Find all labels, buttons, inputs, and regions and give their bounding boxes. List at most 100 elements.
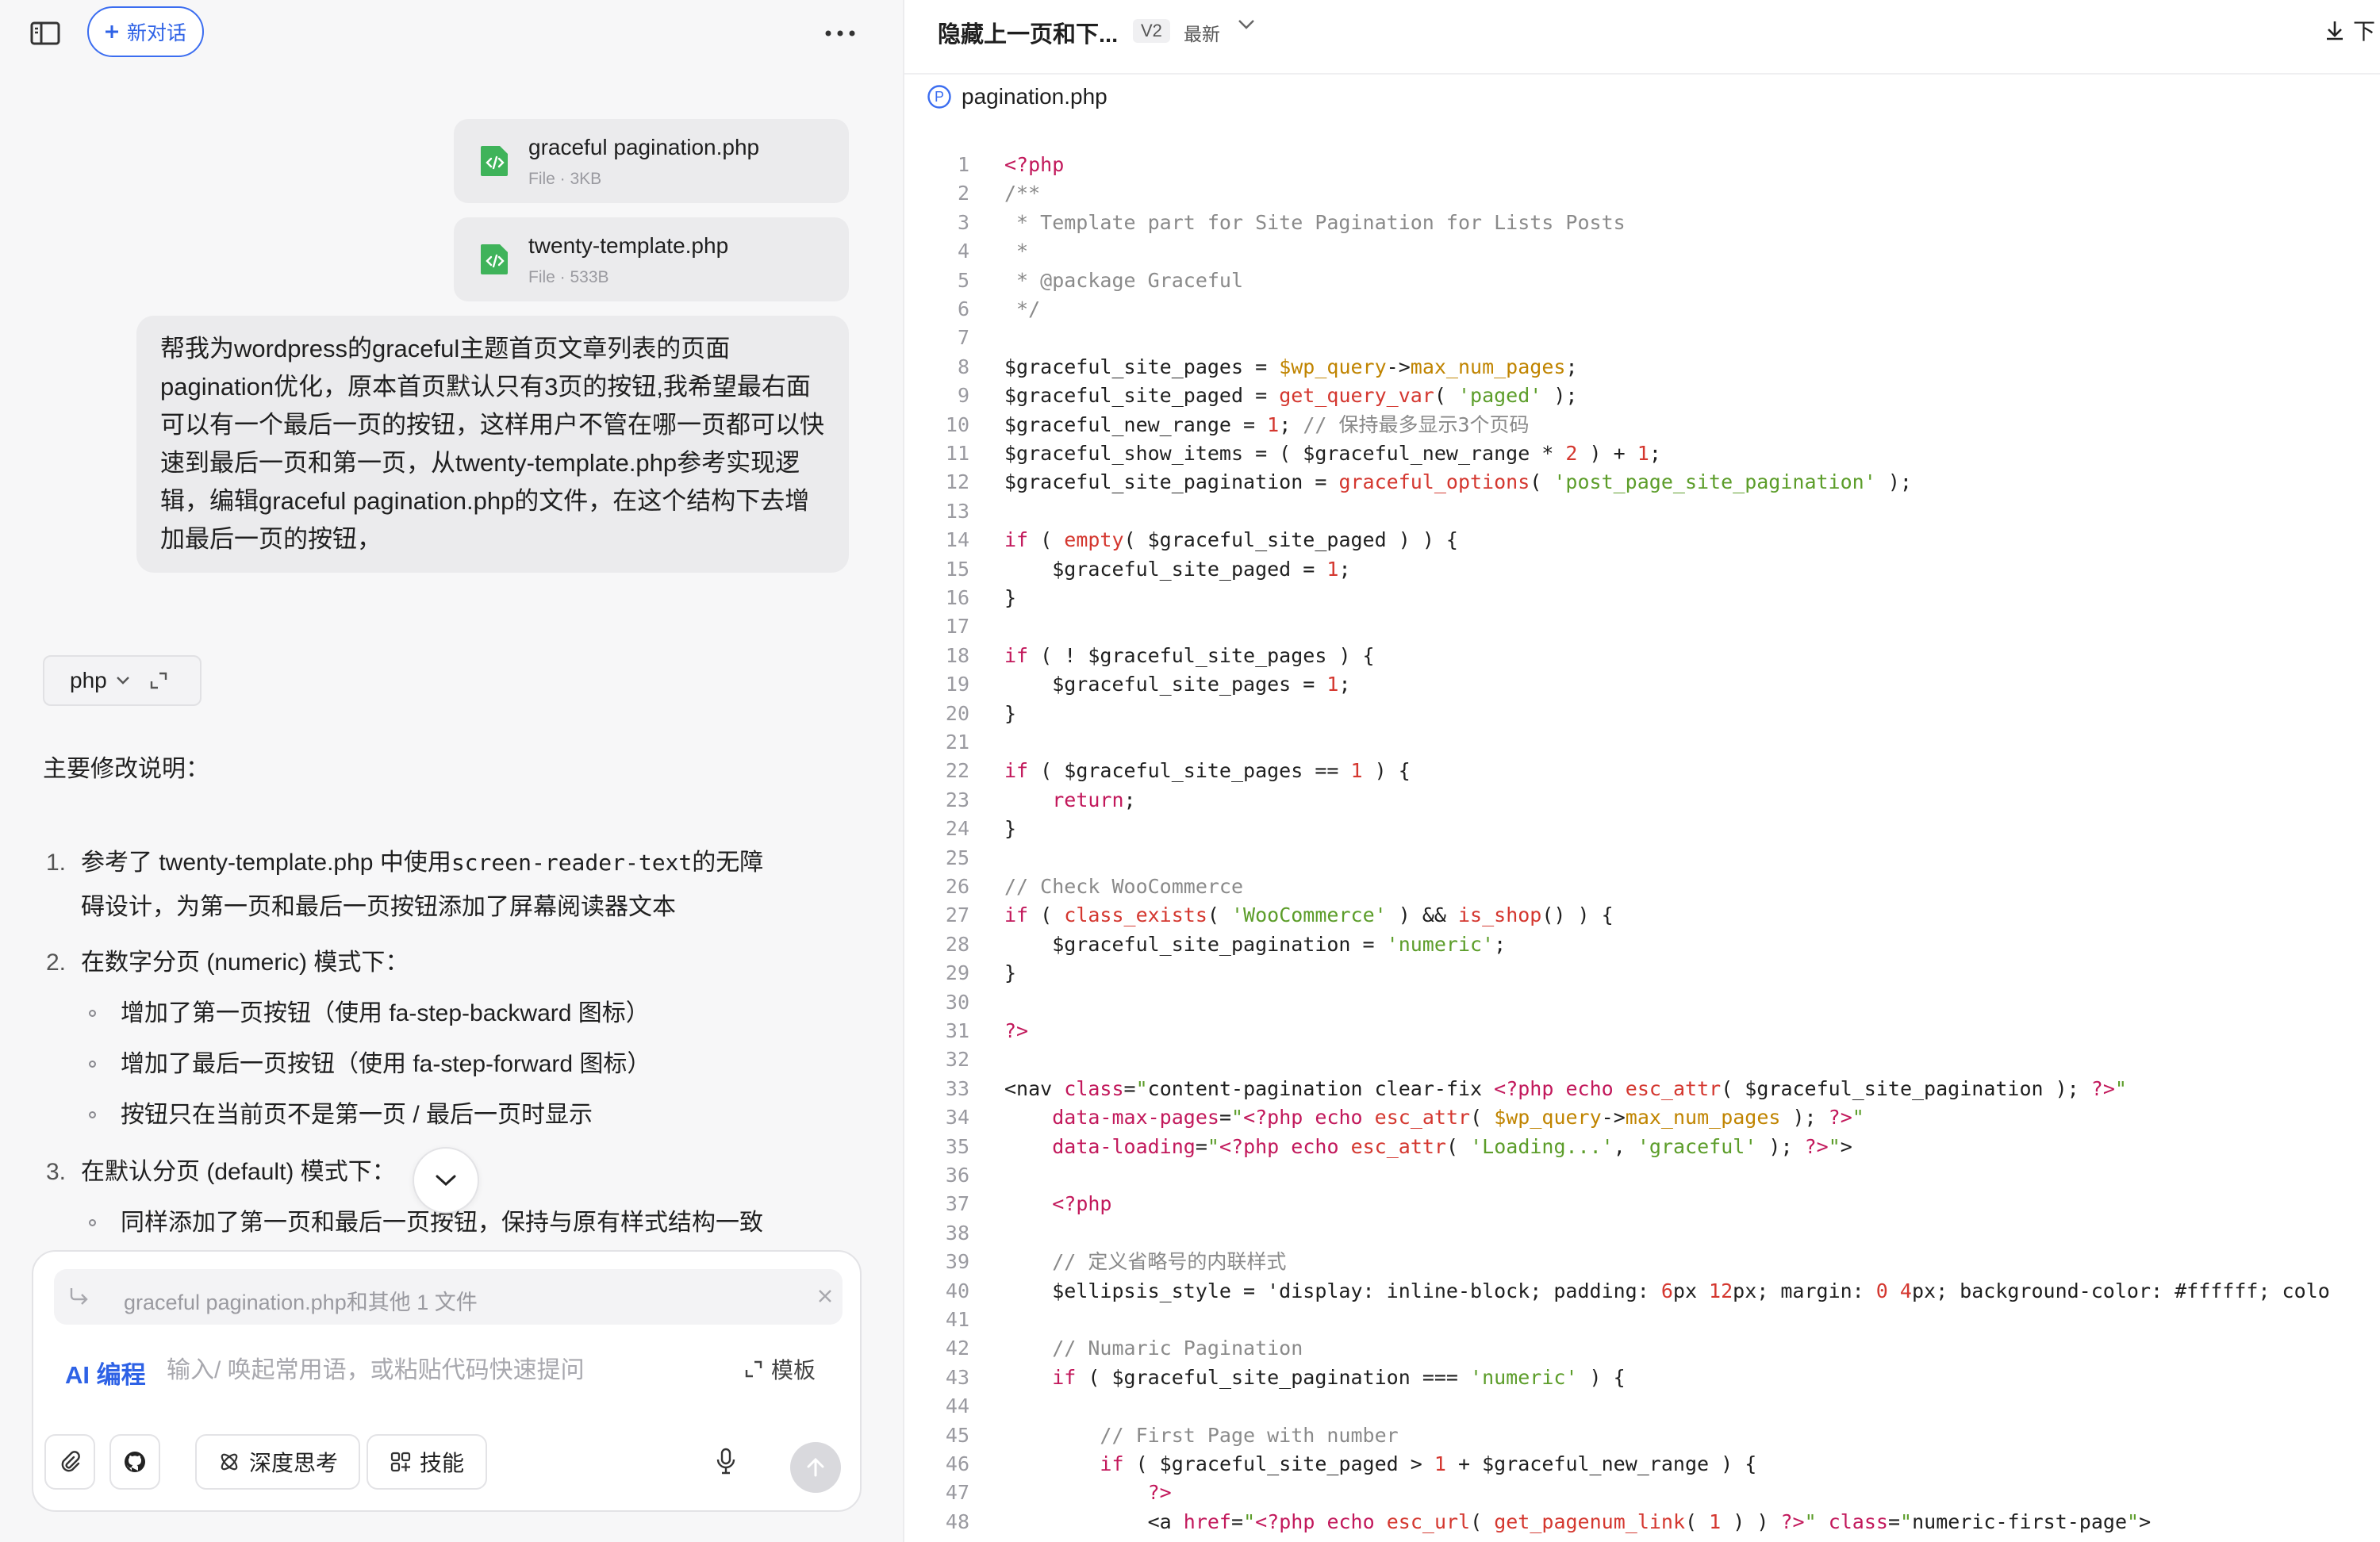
attachment-card[interactable]: twenty-template.php File · 533B [454, 217, 849, 301]
line-number: 37 [945, 1192, 969, 1216]
line-number: 42 [945, 1337, 969, 1360]
more-options-icon[interactable] [817, 16, 863, 51]
line-number: 6 [957, 297, 969, 320]
code-line[interactable]: * @package Graceful [1004, 267, 1243, 295]
code-line[interactable]: } [1004, 959, 1016, 988]
line-number: 1 [957, 153, 969, 176]
line-number: 15 [945, 557, 969, 581]
code-line[interactable]: <?php [1004, 151, 1064, 179]
attachment-card[interactable]: graceful pagination.php File · 3KB [454, 119, 849, 203]
code-line[interactable]: return; [1004, 786, 1135, 815]
line-number: 21 [945, 731, 969, 754]
mode-label[interactable]: AI 编程 [65, 1355, 146, 1390]
code-line[interactable]: } [1004, 700, 1016, 728]
code-line[interactable]: // Numaric Pagination [1004, 1334, 1303, 1363]
version-status[interactable]: 最新 [1184, 19, 1220, 46]
code-line[interactable]: $graceful_site_pages = 1; [1004, 670, 1350, 699]
line-number: 22 [945, 759, 969, 783]
new-chat-label: 新对话 [127, 22, 187, 44]
code-line[interactable]: if ( $graceful_site_paged > 1 + $gracefu… [1004, 1450, 1756, 1479]
paperclip-icon [58, 1450, 82, 1474]
inline-code: screen-reader-text [451, 850, 693, 876]
download-icon [2324, 19, 2345, 41]
code-line[interactable]: // First Page with number [1004, 1421, 1398, 1450]
code-line[interactable]: $graceful_show_items = ( $graceful_new_r… [1004, 439, 1661, 468]
line-number: 46 [945, 1452, 969, 1475]
code-line[interactable]: $graceful_site_paged = get_query_var( 'p… [1004, 382, 1577, 410]
code-line[interactable]: <nav class="content-pagination clear-fix… [1004, 1075, 2127, 1103]
chevron-down-icon [434, 1173, 458, 1187]
line-number: 45 [945, 1423, 969, 1447]
code-line[interactable]: */ [1004, 295, 1040, 324]
attachment-chip-label: graceful pagination.php和其他 1 文件 [124, 1291, 478, 1314]
code-line[interactable]: $graceful_new_range = 1; // 保持最多显示3个页码 [1004, 411, 1530, 439]
code-line[interactable]: // 定义省略号的内联样式 [1004, 1248, 1286, 1276]
code-line[interactable]: * [1004, 237, 1028, 266]
code-line[interactable]: if ( empty( $graceful_site_paged ) ) { [1004, 526, 1458, 554]
scroll-to-bottom-button[interactable] [413, 1147, 479, 1214]
code-line[interactable]: $graceful_site_paged = 1; [1004, 555, 1350, 584]
code-line[interactable]: $graceful_site_pagination = 'numeric'; [1004, 930, 1506, 959]
code-line[interactable]: * Template part for Site Pagination for … [1004, 209, 1626, 237]
deep-think-button[interactable]: 深度思考 [195, 1434, 360, 1490]
code-panel: 隐藏上一页和下... V2 最新 下 P pagination.php 1 <?p… [904, 0, 2380, 1542]
download-button[interactable]: 下 [2324, 14, 2375, 46]
sidebar-toggle-icon[interactable] [27, 17, 63, 49]
code-line[interactable]: if ( $graceful_site_pagination === 'nume… [1004, 1364, 1626, 1392]
document-title: 隐藏上一页和下... [938, 22, 1119, 48]
line-number: 44 [945, 1394, 969, 1418]
code-line[interactable]: ?> [1004, 1479, 1172, 1507]
code-line[interactable]: data-max-pages="<?php echo esc_attr( $wp… [1004, 1103, 1864, 1132]
bullet-item: 增加了最后一页按钮（使用 fa-step-forward 图标） [89, 1042, 651, 1087]
send-button[interactable] [790, 1442, 841, 1493]
code-line[interactable]: <?php [1004, 1190, 1111, 1218]
skills-button[interactable]: 技能 [367, 1434, 487, 1490]
code-file-icon [479, 243, 511, 276]
line-number: 31 [945, 1019, 969, 1042]
chevron-down-icon[interactable] [1236, 17, 1257, 36]
code-line[interactable]: <a href="<?php echo esc_url( get_pagenum… [1004, 1508, 2152, 1536]
code-line[interactable]: if ( $graceful_site_pages == 1 ) { [1004, 757, 1411, 785]
version-badge[interactable]: V2 [1133, 19, 1170, 43]
attach-button[interactable] [44, 1434, 95, 1490]
prompt-input[interactable] [165, 1350, 724, 1391]
summary-title: 主要修改说明： [43, 756, 209, 782]
code-block-pill[interactable]: php [43, 655, 202, 706]
new-chat-button[interactable]: 新对话 [87, 6, 205, 57]
atom-icon [217, 1450, 241, 1474]
line-number: 30 [945, 990, 969, 1014]
template-label: 模板 [771, 1358, 816, 1383]
file-tab[interactable]: P pagination.php [927, 84, 1107, 109]
code-line[interactable]: ?> [1004, 1017, 1028, 1045]
code-line[interactable]: if ( ! $graceful_site_pages ) { [1004, 642, 1375, 670]
prompt-composer: graceful pagination.php和其他 1 文件 AI 编程 模板 [32, 1250, 862, 1512]
code-line[interactable]: } [1004, 584, 1016, 612]
line-number: 33 [945, 1076, 969, 1100]
line-number: 10 [945, 412, 969, 436]
list-number: 1. [46, 850, 67, 876]
template-button[interactable]: 模板 [744, 1353, 816, 1385]
line-number: 8 [957, 355, 969, 378]
attachment-meta: File · 3KB [528, 170, 602, 188]
line-number: 28 [945, 932, 969, 956]
code-line[interactable]: } [1004, 815, 1016, 843]
close-icon[interactable] [816, 1287, 835, 1306]
line-number: 47 [945, 1481, 969, 1505]
github-button[interactable] [109, 1434, 160, 1490]
microphone-icon[interactable] [714, 1447, 738, 1479]
code-line[interactable]: // Check WooCommerce [1004, 873, 1243, 901]
php-file-icon: P [927, 84, 952, 109]
line-number: 41 [945, 1308, 969, 1331]
code-line[interactable]: if ( class_exists( 'WooCommerce' ) && is… [1004, 901, 1614, 930]
code-line[interactable]: /** [1004, 179, 1040, 208]
code-line[interactable]: data-loading="<?php echo esc_attr( 'Load… [1004, 1133, 1852, 1161]
line-number: 19 [945, 673, 969, 696]
code-line[interactable]: $graceful_site_pagination = graceful_opt… [1004, 468, 1912, 497]
expand-icon[interactable] [150, 672, 167, 689]
line-number: 3 [957, 210, 969, 234]
code-line[interactable]: $graceful_site_pages = $wp_query->max_nu… [1004, 353, 1578, 382]
code-line[interactable]: $ellipsis_style = 'display: inline-block… [1004, 1277, 2330, 1306]
attachment-chip[interactable]: graceful pagination.php和其他 1 文件 [54, 1269, 843, 1325]
expand-icon [744, 1360, 763, 1379]
attachment-name: twenty-template.php [528, 233, 729, 258]
